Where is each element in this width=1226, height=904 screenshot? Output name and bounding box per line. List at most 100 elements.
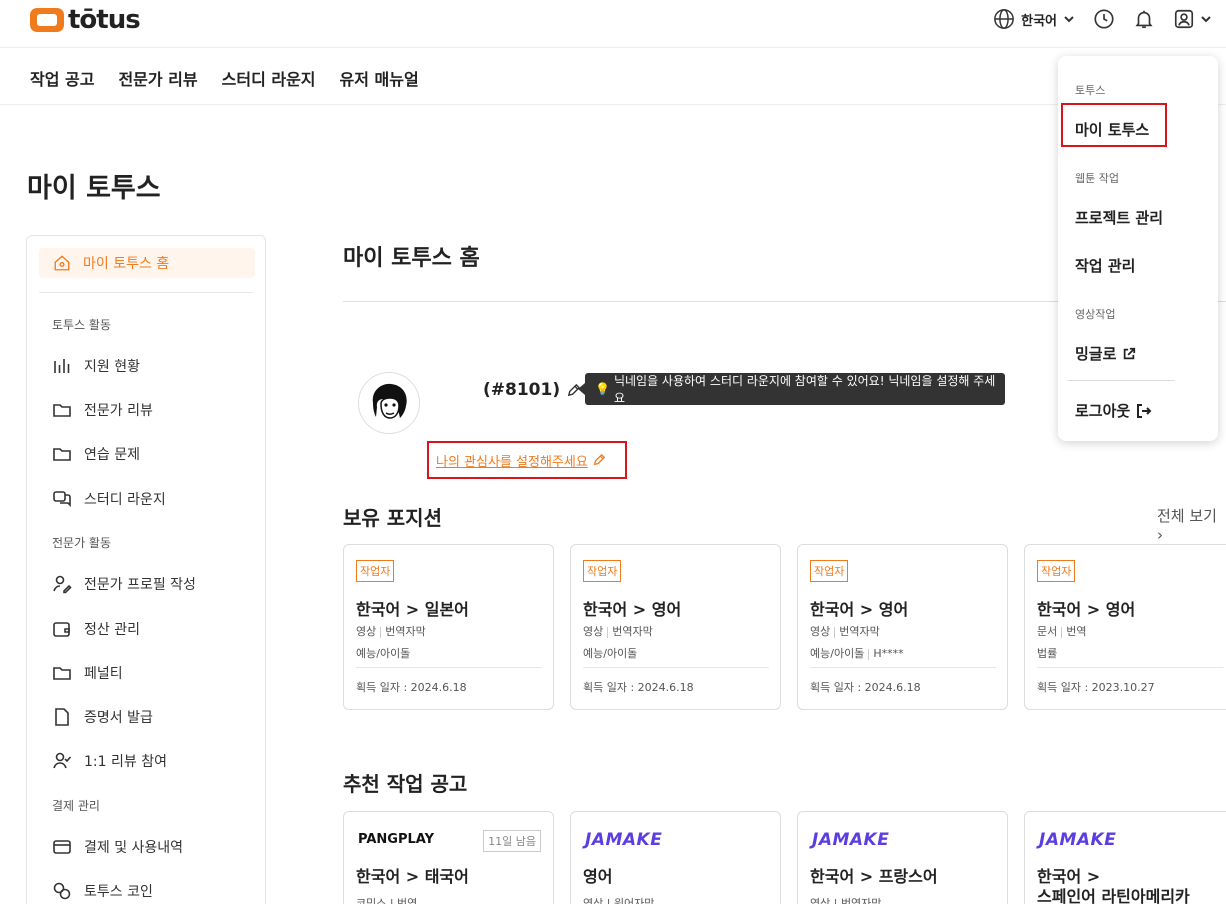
nav-study-lounge[interactable]: 스터디 라운지 <box>222 66 316 90</box>
sidebar-item-study-lounge[interactable]: 스터디 라운지 <box>52 489 166 509</box>
wallet-icon <box>53 622 70 637</box>
jamake-logo: JAMAKE <box>585 830 663 850</box>
role-badge: 작업자 <box>1037 560 1076 582</box>
divider <box>39 292 253 293</box>
sidebar-item-profile[interactable]: 전문가 프로필 작성 <box>52 574 196 594</box>
globe-icon <box>994 9 1015 29</box>
nav-job-postings[interactable]: 작업 공고 <box>30 66 94 90</box>
folder-icon <box>53 667 71 680</box>
acquired-date: 획득 일자 : 2024.6.18 <box>356 681 467 694</box>
language-pair: 한국어 > 스페인어 라틴아메리카 <box>1037 867 1190 904</box>
language-pair: 한국어 > 태국어 <box>356 867 469 886</box>
dropdown-group-webtoon: 웹툰 작업 <box>1075 172 1119 185</box>
role-badge: 작업자 <box>356 560 395 582</box>
positions-title: 보유 포지션 <box>343 506 442 530</box>
menu-item-my-totus[interactable]: 마이 토투스 <box>1075 119 1149 140</box>
work-type-secondary: 번역 <box>1066 625 1087 638</box>
totus-logo[interactable]: tōtus <box>30 5 141 35</box>
recommended-job-card[interactable]: JAMAKE 한국어 > 스페인어 라틴아메리카 <box>1024 811 1226 904</box>
sidebar-item-coin[interactable]: 토투스 코인 <box>52 881 153 901</box>
sidebar-item-certificate[interactable]: 증명서 발급 <box>52 707 153 727</box>
chevron-right-icon: › <box>1157 526 1163 544</box>
language-pair: 영어 <box>583 867 613 886</box>
genre-primary: 예능/아이돌 <box>810 647 865 660</box>
days-left-badge: 11일 남음 <box>483 830 541 852</box>
recommended-job-card[interactable]: JAMAKE 한국어 > 프랑스어 영상 | 번역자막 <box>797 811 1008 904</box>
menu-item-task-manage[interactable]: 작업 관리 <box>1075 255 1135 276</box>
menu-item-project-manage[interactable]: 프로젝트 관리 <box>1075 207 1163 228</box>
dropdown-group-totus: 토투스 <box>1075 84 1106 97</box>
folder-icon <box>53 404 71 417</box>
sidebar-item-one-on-one[interactable]: 1:1 리뷰 참여 <box>52 751 167 771</box>
divider <box>1037 667 1223 668</box>
nav-expert-review[interactable]: 전문가 리뷰 <box>118 66 197 90</box>
position-card[interactable]: 작업자 한국어 > 영어 영상 번역자막 예능/아이돌 획득 일자 : 2024.… <box>570 544 781 710</box>
sidebar-item-home[interactable]: 마이 토투스 홈 <box>39 248 255 278</box>
genre-secondary: H**** <box>873 647 904 660</box>
coins-icon <box>53 882 71 900</box>
position-card[interactable]: 작업자 한국어 > 영어 문서 번역 법률 획득 일자 : 2023.10.27 <box>1024 544 1226 710</box>
group-label-payment: 결제 관리 <box>52 799 100 813</box>
work-type-secondary: 번역자막 <box>839 625 880 638</box>
page-title: 마이 토투스 <box>27 173 161 204</box>
work-type-primary: 영상 <box>356 625 377 638</box>
language-to: 일본어 <box>424 600 469 619</box>
work-type: 영상 번역자막 <box>583 623 653 639</box>
language-pair: 한국어 > 프랑스어 <box>810 867 938 886</box>
menu-item-label: 밍글로 <box>1075 345 1117 363</box>
recommended-job-card[interactable]: JAMAKE 영어 영상 | 원어자막 <box>570 811 781 904</box>
set-interest-link[interactable]: 나의 관심사를 설정해주세요 <box>436 451 588 470</box>
separator <box>1061 626 1063 638</box>
recommended-title: 추천 작업 공고 <box>343 772 468 796</box>
jamake-logo: JAMAKE <box>812 830 890 850</box>
clock-icon[interactable] <box>1093 8 1115 30</box>
separator <box>834 626 836 638</box>
menu-item-minglo[interactable]: 밍글로 <box>1075 343 1136 364</box>
home-icon <box>54 255 70 271</box>
user-menu-button[interactable] <box>1173 8 1212 30</box>
sidebar-item-settlement[interactable]: 정산 관리 <box>52 619 140 639</box>
position-card[interactable]: 작업자 한국어 > 일본어 영상 번역자막 예능/아이돌 획득 일자 : 2024… <box>343 544 554 710</box>
work-type-primary: 문서 <box>1037 625 1058 638</box>
work-type-secondary: 번역자막 <box>385 625 426 638</box>
separator <box>868 648 870 660</box>
recommended-job-card[interactable]: PANGPLAY 11일 남음 한국어 > 태국어 코믹스 | 번역 <box>343 811 554 904</box>
avatar[interactable] <box>358 372 420 434</box>
genre: 예능/아이돌 <box>583 647 638 660</box>
language-pair: 한국어 > 영어 <box>1037 596 1135 620</box>
menu-item-logout[interactable]: 로그아웃 <box>1075 400 1152 421</box>
user-check-icon <box>53 752 72 769</box>
work-type: 영상 | 원어자막 <box>583 897 655 904</box>
work-type-secondary: 번역자막 <box>612 625 653 638</box>
sidebar-item-apply-status[interactable]: 지원 현황 <box>52 356 140 376</box>
group-label-activity: 토투스 활동 <box>52 318 112 332</box>
menu-item-label: 로그아웃 <box>1075 402 1131 420</box>
position-card[interactable]: 작업자 한국어 > 영어 영상 번역자막 예능/아이돌 H**** 획득 일자 : … <box>797 544 1008 710</box>
sidebar-item-practice[interactable]: 연습 문제 <box>52 444 140 464</box>
sidebar-item-label: 전문가 리뷰 <box>84 403 153 419</box>
sidebar-item-label: 지원 현황 <box>84 359 140 375</box>
genre: 예능/아이돌 H**** <box>810 645 904 661</box>
pencil-icon[interactable] <box>592 453 606 467</box>
view-all-label: 전체 보기 <box>1157 507 1217 525</box>
chat-icon <box>53 491 71 507</box>
sidebar-item-payments[interactable]: 결제 및 사용내역 <box>52 837 183 857</box>
acquired-date: 획득 일자 : 2023.10.27 <box>1037 681 1155 694</box>
tooltip-text: 닉네임을 사용하여 스터디 라운지에 참여할 수 있어요! 닉네임을 설정해 주… <box>613 374 996 405</box>
view-all-link[interactable]: 전체 보기 › <box>1157 505 1226 544</box>
divider <box>583 667 769 668</box>
sidebar-item-expert-review[interactable]: 전문가 리뷰 <box>52 400 153 420</box>
nav-user-manual[interactable]: 유저 매뉴얼 <box>340 66 419 90</box>
nickname-text: (#8101) <box>483 380 561 400</box>
divider <box>1067 380 1175 381</box>
language-from: 한국어 <box>810 600 855 619</box>
sidebar-item-label: 정산 관리 <box>84 622 140 638</box>
logout-icon <box>1137 403 1152 418</box>
divider <box>356 667 542 668</box>
language-selector[interactable]: 한국어 <box>993 8 1075 30</box>
chevron-right-icon: > <box>405 600 420 619</box>
genre: 예능/아이돌 <box>356 647 411 660</box>
sidebar-item-penalty[interactable]: 페널티 <box>52 663 123 683</box>
bell-icon[interactable] <box>1133 8 1155 30</box>
user-dropdown-menu: 토투스 마이 토투스 웹툰 작업 프로젝트 관리 작업 관리 영상작업 밍글로 … <box>1058 56 1218 441</box>
